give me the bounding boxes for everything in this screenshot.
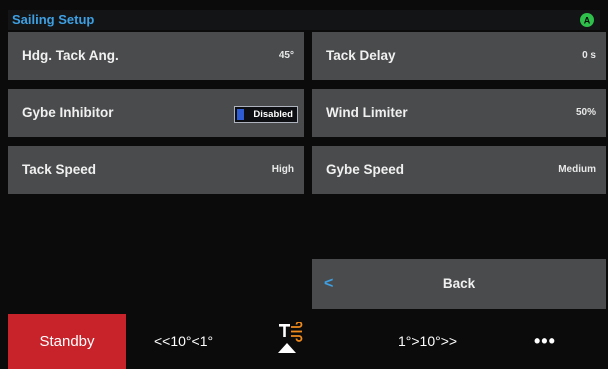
port-steer-button[interactable]: <<10°<1° [154, 314, 213, 369]
svg-text:A: A [584, 16, 591, 26]
standby-label: Standby [39, 333, 95, 350]
more-options-icon[interactable]: ••• [534, 314, 556, 369]
setting-value: High [271, 164, 294, 175]
setting-label: Hdg. Tack Ang. [22, 48, 119, 63]
setting-label: Wind Limiter [326, 105, 408, 120]
setting-label: Tack Speed [22, 162, 97, 177]
bottom-control-bar: Standby <<10°<1° 1°>10°>> ••• [8, 314, 600, 369]
setting-tack-speed[interactable]: Tack Speed High [8, 146, 304, 194]
alert-a-icon[interactable]: A [580, 13, 594, 27]
setting-gybe-inhibitor[interactable]: Gybe Inhibitor Disabled [8, 89, 304, 137]
tack-gybe-icon[interactable] [274, 321, 314, 362]
setting-label: Gybe Speed [326, 162, 405, 177]
setting-label: Tack Delay [326, 48, 396, 63]
setting-tack-delay[interactable]: Tack Delay 0 s [312, 32, 606, 80]
starboard-steer-button[interactable]: 1°>10°>> [398, 314, 457, 369]
setting-value: 45° [278, 50, 294, 61]
setting-hdg-tack-angle[interactable]: Hdg. Tack Ang. 45° [8, 32, 304, 80]
back-label: Back [442, 276, 476, 291]
setting-label: Gybe Inhibitor [22, 105, 114, 120]
page-title: Sailing Setup [12, 12, 95, 27]
gybe-inhibitor-toggle[interactable]: Disabled [234, 106, 298, 123]
standby-button[interactable]: Standby [8, 314, 126, 369]
title-bar: Sailing Setup A [8, 10, 600, 30]
setting-value: 50% [575, 107, 596, 118]
setting-gybe-speed[interactable]: Gybe Speed Medium [312, 146, 606, 194]
toggle-state-label: Disabled [253, 109, 293, 120]
back-button[interactable]: < Back [312, 259, 606, 309]
setting-value: Medium [558, 164, 596, 175]
toggle-knob [237, 109, 244, 120]
setting-wind-limiter[interactable]: Wind Limiter 50% [312, 89, 606, 137]
setting-value: 0 s [582, 50, 596, 61]
sailing-setup-screen: Sailing Setup A Hdg. Tack Ang. 45° Tack … [0, 0, 608, 369]
